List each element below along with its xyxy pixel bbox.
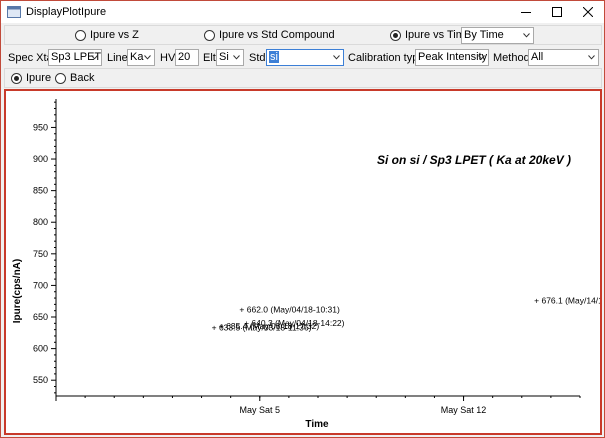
line-label: Line <box>107 52 128 64</box>
y-tick-label: 550 <box>33 375 48 385</box>
method-select[interactable]: All <box>528 49 599 66</box>
std-value: si <box>269 51 279 63</box>
radio-ipure-vs-time[interactable]: Ipure vs Time <box>390 29 471 41</box>
spec-xtal-select[interactable]: Sp3 LPET <box>48 49 102 66</box>
radio-back[interactable]: Back <box>55 72 94 84</box>
time-mode-select[interactable]: By Time <box>461 27 534 44</box>
app-window: DisplayPlotIpure Ipure vs Z Ipure vs Std… <box>0 0 605 438</box>
minimize-button[interactable] <box>511 1 541 23</box>
hv-input[interactable]: 20 <box>175 49 199 66</box>
ipure-time-chart: Si on si / Sp3 LPET ( Ka at 20keV ) Ipur… <box>12 99 600 430</box>
elt-value: Si <box>219 51 229 63</box>
radio-indicator <box>204 29 215 41</box>
title-bar: DisplayPlotIpure <box>1 1 604 23</box>
std-label: Std <box>249 52 266 64</box>
y-tick-label: 800 <box>33 217 48 227</box>
radio-label: Ipure <box>26 72 52 84</box>
calibration-type-label: Calibration type <box>348 52 425 64</box>
std-select[interactable]: si <box>266 49 344 66</box>
chart-axes: 550 600 650 700 750 800 850 900 950 May Sat 5 May … <box>33 99 581 415</box>
data-point-label: + 640.3 (May/04/18-14:22) <box>244 318 345 328</box>
elt-label: Elt <box>203 52 216 64</box>
x-tick-label: May Sat 12 <box>441 405 487 415</box>
chevron-down-icon <box>588 55 595 60</box>
chevron-down-icon <box>233 55 240 60</box>
time-mode-value: By Time <box>464 29 504 41</box>
radio-indicator <box>390 29 401 41</box>
calibration-type-select[interactable]: Peak Intensity <box>415 49 489 66</box>
elt-select[interactable]: Si <box>216 49 244 66</box>
calibration-type-value: Peak Intensity <box>418 51 488 63</box>
radio-label: Ipure vs Std Compound <box>219 29 335 41</box>
y-tick-label: 750 <box>33 249 48 259</box>
radio-ipure-vs-std-compound[interactable]: Ipure vs Std Compound <box>204 29 335 41</box>
close-button[interactable] <box>573 1 603 23</box>
chevron-down-icon <box>478 55 485 60</box>
line-select[interactable]: Ka <box>127 49 155 66</box>
method-value: All <box>531 51 544 63</box>
x-tick-label: May Sat 5 <box>240 405 281 415</box>
radio-label: Ipure vs Z <box>90 29 139 41</box>
radio-ipure[interactable]: Ipure <box>11 72 51 84</box>
chevron-down-icon <box>333 55 340 60</box>
y-tick-label: 650 <box>33 312 48 322</box>
data-point-label: + 676.1 (May/14/18-13:30) <box>534 296 600 306</box>
radio-label: Back <box>70 72 95 84</box>
chevron-down-icon <box>91 55 98 60</box>
plot-mode-group: Ipure vs Z Ipure vs Std Compound Ipure v… <box>4 25 602 45</box>
line-value: Ka <box>130 51 144 63</box>
display-mode-group: Ipure Back <box>4 68 602 88</box>
x-axis-label: Time <box>305 419 329 430</box>
y-tick-label: 850 <box>33 186 48 196</box>
filter-toolbar: Spec Xtal Sp3 LPET Line Ka HV 20 Elt Si … <box>4 46 602 68</box>
window-title: DisplayPlotIpure <box>26 6 107 18</box>
y-tick-label: 950 <box>33 122 48 132</box>
chart-points: + 633.5 (May/03/18-11:36)+ 635.4 (May/03… <box>212 296 600 333</box>
method-label: Method <box>493 52 530 64</box>
radio-indicator <box>75 29 86 41</box>
radio-indicator <box>11 72 22 84</box>
minimize-icon <box>521 12 531 13</box>
data-point-label: + 662.0 (May/04/18-10:31) <box>239 304 340 314</box>
y-tick-label: 900 <box>33 154 48 164</box>
radio-ipure-vs-z[interactable]: Ipure vs Z <box>75 29 139 41</box>
chart-title: Si on si / Sp3 LPET ( Ka at 20keV ) <box>377 153 571 167</box>
y-tick-label: 700 <box>33 280 48 290</box>
y-tick-label: 600 <box>33 344 48 354</box>
hv-label: HV <box>160 52 176 64</box>
radio-indicator <box>55 72 66 84</box>
y-axis-label: Ipure(cps/nA) <box>12 259 23 323</box>
maximize-icon <box>552 7 562 17</box>
chevron-down-icon <box>523 33 530 38</box>
close-icon <box>583 7 593 17</box>
chevron-down-icon <box>144 55 151 60</box>
plot-area: Si on si / Sp3 LPET ( Ka at 20keV ) Ipur… <box>4 89 602 435</box>
app-icon <box>7 5 21 19</box>
maximize-button[interactable] <box>542 1 572 23</box>
